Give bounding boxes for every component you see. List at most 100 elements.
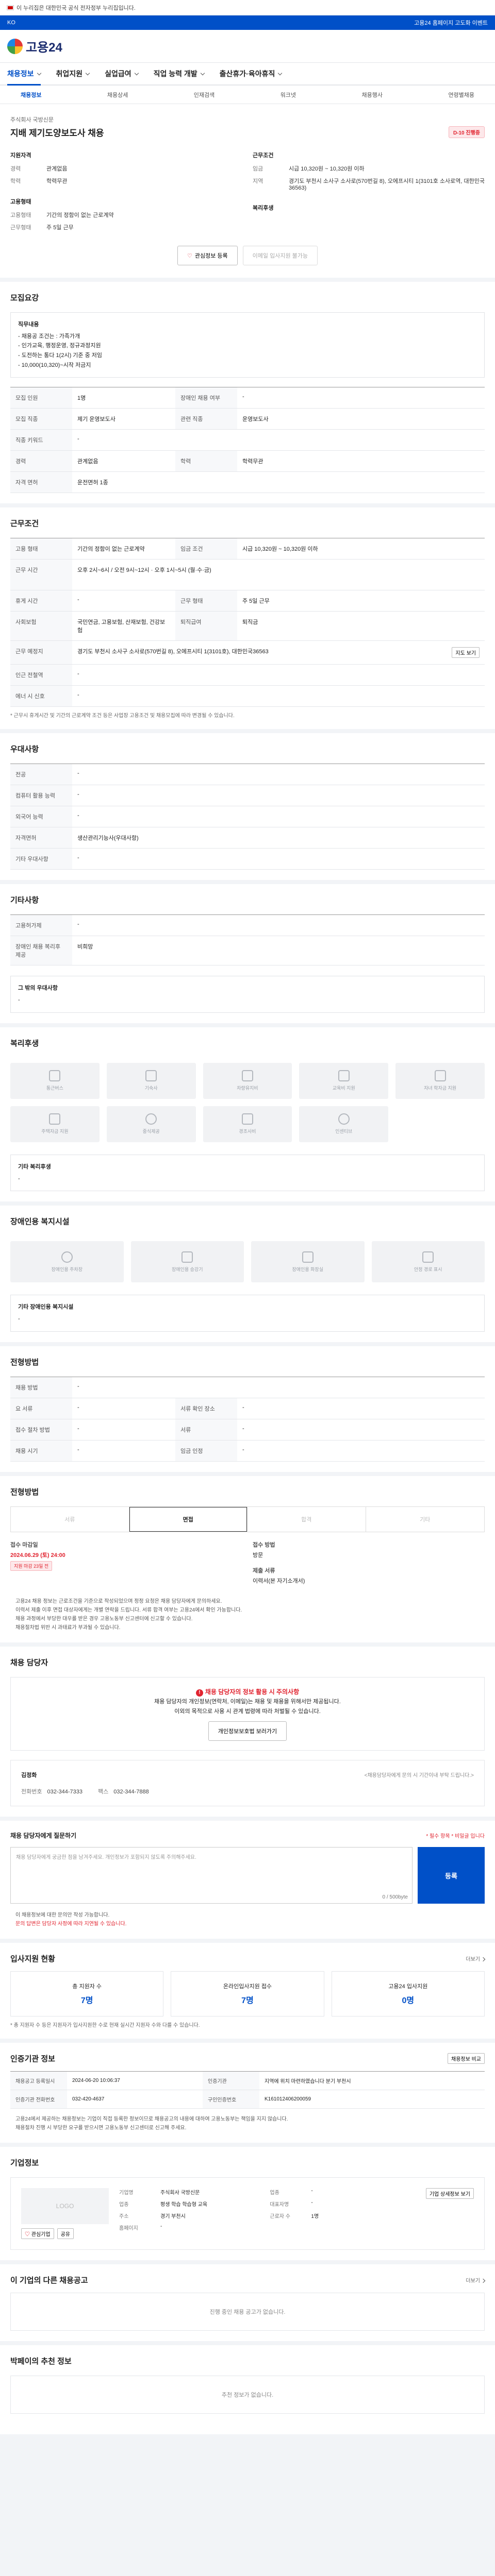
logo-text: 고용24 — [26, 41, 62, 55]
gnb-item-leave[interactable]: 출산휴가·육아휴직 — [220, 69, 283, 79]
subnav-item[interactable]: 채용정보 — [21, 91, 41, 99]
work-note: * 근무시 휴게시간 및 기간의 근로계약 조건 등은 사업장 고용조건 및 채… — [10, 713, 235, 719]
stat-card: 총 지원자 수 7명 — [10, 1971, 164, 2017]
table-row: 자격면허 생산관리기능사(우대사항) — [10, 827, 485, 849]
email-apply-button[interactable]: 이메일 입사지원 불가능 — [242, 246, 318, 265]
kv-key: 고용형태 — [10, 212, 31, 218]
table-row: 근무 시간 오후 2시~6시 / 오전 9시~12시 · 오후 1시~5시 (월·… — [10, 559, 485, 591]
other-extra-box: 그 밖의 우대사항 - — [10, 976, 485, 1013]
subnav-item[interactable]: 워크넷 — [280, 91, 296, 99]
kv-value: 학력무관 — [46, 178, 68, 184]
gnb-item-training[interactable]: 직업 능력 개발 — [154, 69, 205, 79]
language-selector[interactable]: KO — [7, 20, 15, 26]
contact-box: 김정화 <채용담당자에게 문의 시 기간이내 부탁 드립니다.> 전화번호 032… — [10, 1760, 485, 1807]
tel-value[interactable]: 032-344-7333 — [47, 1789, 82, 1795]
recommend-section: 박페이의 추천 정보 추천 정보가 없습니다. — [0, 2345, 495, 2439]
site-logo[interactable]: 고용24 — [7, 37, 62, 55]
company-detail-button[interactable]: 기업 상세정보 보기 — [425, 2188, 474, 2199]
scrap-button[interactable]: ♡ 관심정보 등록 — [177, 246, 238, 265]
inquiry-note: 이 채용정보에 대한 문의만 작성 가능합니다. — [15, 1912, 110, 1919]
table-row: 사회보험 국민연금, 고용보험, 산재보험, 건강보험 퇴직급여 퇴직금 — [10, 611, 485, 641]
restroom-icon — [302, 1251, 314, 1263]
kv-value: 주 5일 근무 — [46, 225, 74, 231]
other-table: 고용허가제 - 장애인 채용 복리후 제공 비희망 — [10, 914, 485, 966]
contact-section: 채용 담당자 ! 채용 담당자의 정보 활용 시 주의사항 채용 담당자의 개인정… — [0, 1646, 495, 1821]
heart-icon: ♡ — [25, 2232, 31, 2238]
chevron-right-icon — [481, 1957, 486, 1962]
table-row: 채용공고 등록일시 2024-06-20 10:06:37 인증기관 지역에 위치 마… — [10, 2071, 485, 2091]
gnb-item-support[interactable]: 취업지원 — [56, 69, 90, 79]
process-steps: 서류 면접 합격 기타 — [10, 1506, 485, 1532]
welfare-item: 자녀 학자금 지원 — [395, 1062, 485, 1099]
section-title: 근무조건 — [10, 519, 39, 529]
subnav-item[interactable]: 인재검색 — [194, 91, 214, 99]
table-row: 채용 방법 - — [10, 1377, 485, 1398]
meal-icon — [145, 1113, 157, 1125]
inquiry-textarea[interactable]: 채용 담당자에게 궁금한 점을 남겨주세요. 개인정보가 포함되지 않도록 주의… — [10, 1847, 412, 1904]
box-line: - 인가교육, 행정운영, 정규과정지원 — [18, 343, 101, 349]
government-banner: 이 누리집은 대한민국 공식 전자정부 누리집입니다. — [0, 0, 495, 15]
fax-value: 032-344-7888 — [113, 1789, 149, 1795]
company-share-button[interactable]: 공유 — [57, 2228, 74, 2240]
event-banner-link[interactable]: 고용24 홈페이지 고도화 이벤트 — [414, 19, 488, 27]
method-table: 채용 방법 - 요 서류 - 서류 확인 장소 - 접수 절차 방법 - 서류 - 채용 시기… — [10, 1376, 485, 1462]
site-header: 고용24 — [0, 30, 495, 63]
work-table: 고용 형태 기간의 정함이 없는 근로계약 임금 조건 시급 10,320원 ~ 10… — [10, 538, 485, 707]
same-company-more-link[interactable]: 더보기 — [466, 2276, 486, 2284]
privacy-warning: ! 채용 담당자의 정보 활용 시 주의사항 채용 담당자의 개인정보(연락처, … — [10, 1676, 485, 1751]
company-save-button[interactable]: ♡ 관심기업 — [21, 2228, 54, 2240]
process-step: 서류 — [11, 1506, 129, 1532]
book-icon — [338, 1070, 350, 1082]
chevron-down-icon — [200, 71, 205, 75]
welfare-item: 교육비 지원 — [299, 1062, 389, 1099]
car-icon — [241, 1070, 253, 1082]
table-row: 인증기관 전화번호 032-420-4637 구인인증번호 K161012406200… — [10, 2090, 485, 2109]
agency-table: 채용공고 등록일시 2024-06-20 10:06:37 인증기관 지역에 위치 마… — [10, 2071, 485, 2109]
gnb-item-unemployment[interactable]: 실업급여 — [105, 69, 139, 79]
job-title: 지배 제기도양보도사 채용 — [10, 128, 104, 138]
table-row: 채용 시기 - 임금 인정 - — [10, 1440, 485, 1462]
table-row: 전공 - — [10, 764, 485, 786]
gift-icon — [241, 1113, 253, 1125]
kv-key: 경력 — [10, 166, 21, 172]
privacy-law-button[interactable]: 개인정보보호법 보러가기 — [208, 1721, 287, 1741]
applicants-note: * 총 지원자 수 등은 지원자가 입사지원한 수로 현재 실시간 지원자 수와… — [10, 2023, 200, 2029]
box-line: - 도전하는 통다 1(2시) 기준 중 저임 — [18, 352, 103, 359]
char-count: 0 / 500byte — [382, 1894, 408, 1901]
subnav-item[interactable]: 채용상세 — [107, 91, 128, 99]
compare-button[interactable]: 채용정보 비교 — [448, 2053, 485, 2064]
deadline-badge: 지원 마감 23일 전 — [10, 1561, 53, 1571]
kv-value: 시급 10,320원 ~ 10,320원 이하 — [289, 166, 365, 172]
work-section: 근무조건 고용 형태 기간의 정함이 없는 근로계약 임금 조건 시급 10,320원… — [0, 507, 495, 734]
kv-value: 관계없음 — [46, 166, 68, 172]
bus-icon — [49, 1070, 61, 1082]
subnav-item[interactable]: 연령별채용 — [448, 91, 474, 99]
kv-key: 임금 — [253, 166, 263, 172]
welfare-item: 중식제공 — [106, 1106, 196, 1142]
applicants-more-link[interactable]: 더보기 — [466, 1955, 486, 1962]
logo-icon — [7, 38, 23, 54]
box-value: - — [18, 1315, 20, 1322]
process-note: 채용 과정에서 부당한 대우를 받은 경우 고용노동부 신고센터에 신고할 수 … — [15, 1616, 193, 1622]
disabled-grid: 장애인용 주차장 장애인용 승강기 장애인용 화장실 안정 경로 표시 — [10, 1236, 485, 1287]
welfare-item: 주택자금 지원 — [10, 1106, 100, 1142]
table-row: 인근 전철역 - — [10, 664, 485, 686]
government-banner-text: 이 누리집은 대한민국 공식 전자정부 누리집입니다. — [16, 5, 136, 11]
gnb-item-jobs[interactable]: 채용정보 — [7, 69, 41, 86]
process-note: 채용절차법 위반 시 과태료가 부과될 수 있습니다. — [15, 1624, 121, 1631]
table-row: 외국어 능력 - — [10, 806, 485, 828]
section-title: 기업정보 — [10, 2159, 39, 2168]
flag-icon — [7, 5, 13, 10]
inquiry-submit-button[interactable]: 등록 — [418, 1847, 485, 1904]
section-title: 채용 담당자 — [10, 1658, 48, 1667]
recruit-table: 모집 인원 1명 장애인 채용 여부 - 모집 직종 제기 운영보도사 관련 직종 운영보도… — [10, 387, 485, 494]
box-line: - 10,000(10,320)~시작 저금지 — [18, 362, 91, 368]
section-title: 장애인용 복지시설 — [10, 1217, 70, 1227]
inquiry-section: 채용 담당자에게 질문하기 * 필수 항목 * 비밀글 입니다 채용 담당자에게… — [0, 1821, 495, 1943]
other-section: 기타사항 고용허가제 - 장애인 채용 복리후 제공 비희망 그 밖의 우대사항 - — [0, 884, 495, 1027]
global-nav: 채용정보 취업지원 실업급여 직업 능력 개발 출산휴가·육아휴직 — [0, 63, 495, 86]
subnav-item[interactable]: 채용행사 — [361, 91, 382, 99]
map-button[interactable]: 지도 보기 — [452, 647, 480, 658]
section-title: 인증기관 정보 — [10, 2055, 55, 2064]
process-note: 고용24 채용 정보는 근로조건을 기준으로 작성되었으며 정정 요청은 채용 … — [15, 1598, 222, 1604]
